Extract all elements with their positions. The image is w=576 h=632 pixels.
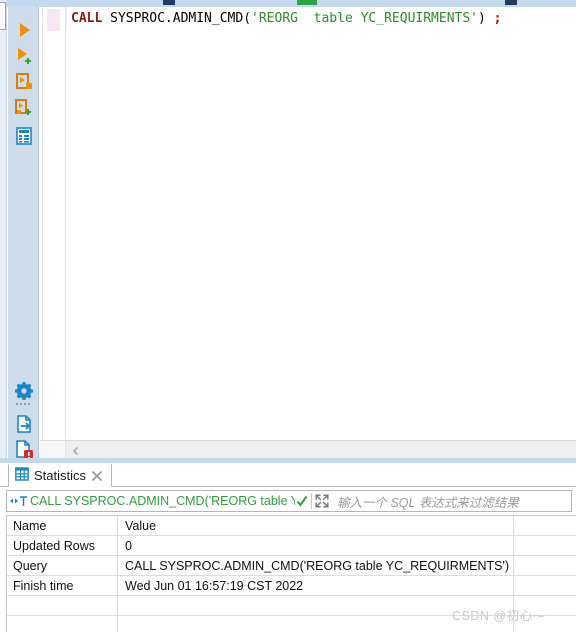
cell-extra: [513, 575, 576, 596]
top-toolbar-strip: [0, 0, 576, 7]
sql-token-semicolon: ;: [493, 11, 502, 26]
table-row[interactable]: Query CALL SYSPROC.ADMIN_CMD('REORG tabl…: [6, 555, 576, 576]
cell-name: [6, 595, 118, 616]
left-outer-rail: [0, 0, 7, 463]
editor-gutter[interactable]: [40, 7, 66, 439]
sql-editor-window: CALL SYSPROC.ADMIN_CMD('REORG table YC_R…: [0, 0, 576, 632]
results-filter-bar[interactable]: CALL SYSPROC.ADMIN_CMD('REORG table YC_R…: [6, 490, 572, 512]
settings-button[interactable]: [13, 380, 35, 402]
cell-extra: [513, 555, 576, 576]
filter-text-icon[interactable]: [9, 492, 29, 510]
scrollbar-gutter-pad: [40, 441, 66, 458]
run-script-new-button[interactable]: [13, 97, 35, 119]
cell-name: Finish time: [6, 575, 118, 596]
filter-placeholder-text: 输入一个 SQL 表达式来过滤结果: [337, 495, 519, 510]
gutter-divider: [42, 7, 43, 439]
export-data-button[interactable]: [13, 413, 35, 435]
cell-extra: [513, 516, 576, 536]
expand-icon[interactable]: [314, 493, 330, 509]
explain-plan-button[interactable]: [13, 125, 35, 147]
filter-query-text: CALL SYSPROC.ADMIN_CMD('REORG table YC_R…: [30, 494, 295, 508]
sql-token-string-literal: 'REORG table YC_REQUIRMENTS': [251, 11, 479, 26]
results-tabstrip: Statistics: [0, 463, 576, 487]
toolbar-fragment-dark-icon[interactable]: [505, 0, 517, 5]
run-script-button[interactable]: [13, 71, 35, 93]
sql-token-call-target: SYSPROC.ADMIN_CMD(: [102, 11, 252, 26]
cell-name: Updated Rows: [6, 535, 118, 556]
cell-name: [6, 615, 118, 632]
table-row[interactable]: Updated Rows 0: [6, 535, 576, 556]
table-row[interactable]: Finish time Wed Jun 01 16:57:19 CST 2022: [6, 575, 576, 596]
cell-value: 0: [117, 535, 514, 556]
sql-editor-area[interactable]: CALL SYSPROC.ADMIN_CMD('REORG table YC_R…: [40, 7, 576, 439]
sql-statement-line: CALL SYSPROC.ADMIN_CMD('REORG table YC_R…: [71, 11, 502, 27]
filter-separator: [311, 493, 312, 509]
statement-marker[interactable]: [47, 9, 60, 31]
cell-value: CALL SYSPROC.ADMIN_CMD('REORG table YC_R…: [117, 555, 514, 576]
sql-token-space: [486, 11, 494, 26]
sql-token-keyword: CALL: [71, 11, 103, 26]
watermark-text: CSDN @初心⁓: [452, 609, 546, 623]
cell-value: Wed Jun 01 16:57:19 CST 2022: [117, 575, 514, 596]
grid-icon: [15, 467, 29, 484]
code-canvas[interactable]: CALL SYSPROC.ADMIN_CMD('REORG table YC_R…: [67, 7, 576, 439]
toolbar-fragment-green-icon[interactable]: [297, 0, 317, 5]
cell-extra: [513, 535, 576, 556]
table-row[interactable]: Name Value: [6, 516, 576, 536]
cell-name: Query: [6, 555, 118, 576]
tab-statistics-label: Statistics: [34, 468, 87, 483]
check-icon: [296, 494, 308, 508]
toolbar-fragment-dark-icon[interactable]: [163, 0, 175, 5]
editor-horizontal-scrollbar[interactable]: [40, 440, 576, 458]
editor-vertical-toolbar: [8, 7, 39, 463]
tab-statistics[interactable]: Statistics: [8, 463, 113, 487]
run-sql-button[interactable]: [13, 19, 35, 41]
sql-token-paren-close: ): [478, 11, 486, 26]
toolbar-separator: [16, 403, 32, 407]
chevron-left-icon[interactable]: [71, 445, 81, 456]
rail-handle[interactable]: [0, 2, 6, 30]
run-sql-new-button[interactable]: [13, 45, 35, 67]
cell-value: Value: [117, 516, 514, 536]
cell-name: Name: [6, 516, 118, 536]
close-icon[interactable]: [91, 470, 103, 482]
results-left-edge: [6, 516, 7, 632]
